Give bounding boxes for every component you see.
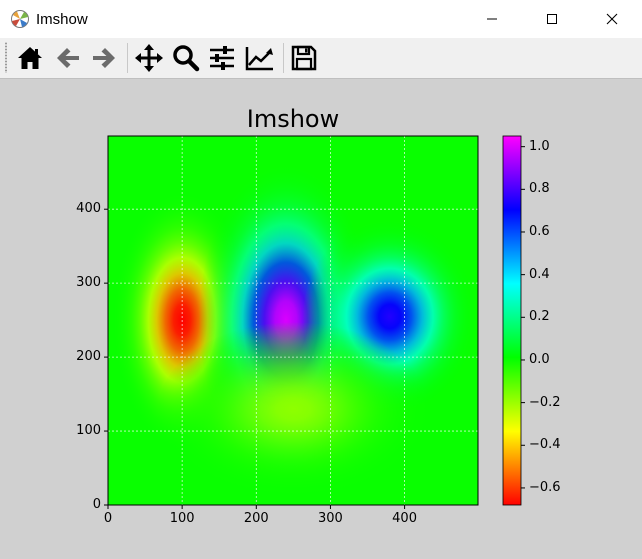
navigation-toolbar xyxy=(0,38,642,79)
home-icon xyxy=(18,47,42,69)
save-button[interactable] xyxy=(287,41,321,75)
y-tick-label: 200 xyxy=(76,349,101,365)
zoom-button[interactable] xyxy=(169,41,203,75)
heatmap-feature xyxy=(114,195,250,446)
forward-button[interactable] xyxy=(87,41,121,75)
x-tick-label: 300 xyxy=(318,511,343,526)
y-tick-label: 300 xyxy=(76,275,101,291)
forward-arrow-icon xyxy=(93,48,115,68)
colorbar-tick-label: 0.4 xyxy=(529,266,550,282)
heatmap-feature xyxy=(158,322,429,496)
minimize-icon xyxy=(487,18,497,20)
x-tick-label: 0 xyxy=(103,511,113,526)
minimize-button[interactable] xyxy=(462,0,522,38)
heatmap-background xyxy=(108,136,478,505)
toolbar-separator xyxy=(127,43,128,73)
matplotlib-logo-icon xyxy=(10,9,30,29)
colorbar-tick-label: 0.0 xyxy=(529,351,550,367)
title-bar[interactable]: Imshow xyxy=(0,0,642,38)
colorbar-tick-label: 1.0 xyxy=(529,138,550,154)
toolbar-separator xyxy=(283,43,284,73)
colorbar-tick-label: −0.4 xyxy=(529,437,561,453)
y-tick-label: 400 xyxy=(76,201,101,217)
close-icon xyxy=(606,13,618,25)
colorbar-tick-label: −0.2 xyxy=(529,394,561,410)
heatmap-feature xyxy=(303,220,477,413)
y-tick-label: 0 xyxy=(92,497,101,512)
colorbar-tick-label: 0.6 xyxy=(529,223,550,239)
maximize-icon xyxy=(547,14,557,24)
maximize-button[interactable] xyxy=(522,0,582,38)
colorbar-tick-label: 0.2 xyxy=(529,309,550,325)
x-tick-label: 400 xyxy=(392,511,417,526)
home-button[interactable] xyxy=(13,41,47,75)
edit-axes-button[interactable] xyxy=(243,41,277,75)
y-tick-label: 100 xyxy=(76,423,101,439)
subplots-button[interactable] xyxy=(205,41,239,75)
back-button[interactable] xyxy=(51,41,85,75)
axes-frame xyxy=(107,135,479,506)
chart-title: Imshow xyxy=(246,105,340,133)
subplots-config-icon xyxy=(210,46,234,70)
window-controls xyxy=(462,0,642,38)
heatmap-feature xyxy=(199,166,373,474)
x-tick-label: 200 xyxy=(243,511,269,526)
app-window: Imshow Imshow 0 100 200 300 400 0 100 20… xyxy=(0,0,642,559)
close-button[interactable] xyxy=(582,0,642,38)
colorbar xyxy=(502,135,522,506)
zoom-icon xyxy=(173,45,200,72)
window-title: Imshow xyxy=(36,10,88,28)
pan-button[interactable] xyxy=(132,41,166,75)
colorbar-tick-label: −0.6 xyxy=(529,479,561,495)
back-arrow-icon xyxy=(57,48,79,68)
edit-axes-icon xyxy=(245,47,273,71)
save-icon xyxy=(291,45,317,71)
pan-icon xyxy=(135,44,163,72)
toolbar-grip[interactable] xyxy=(5,42,7,73)
colorbar-tick-label: 0.8 xyxy=(529,181,550,197)
x-tick-label: 100 xyxy=(169,511,195,526)
